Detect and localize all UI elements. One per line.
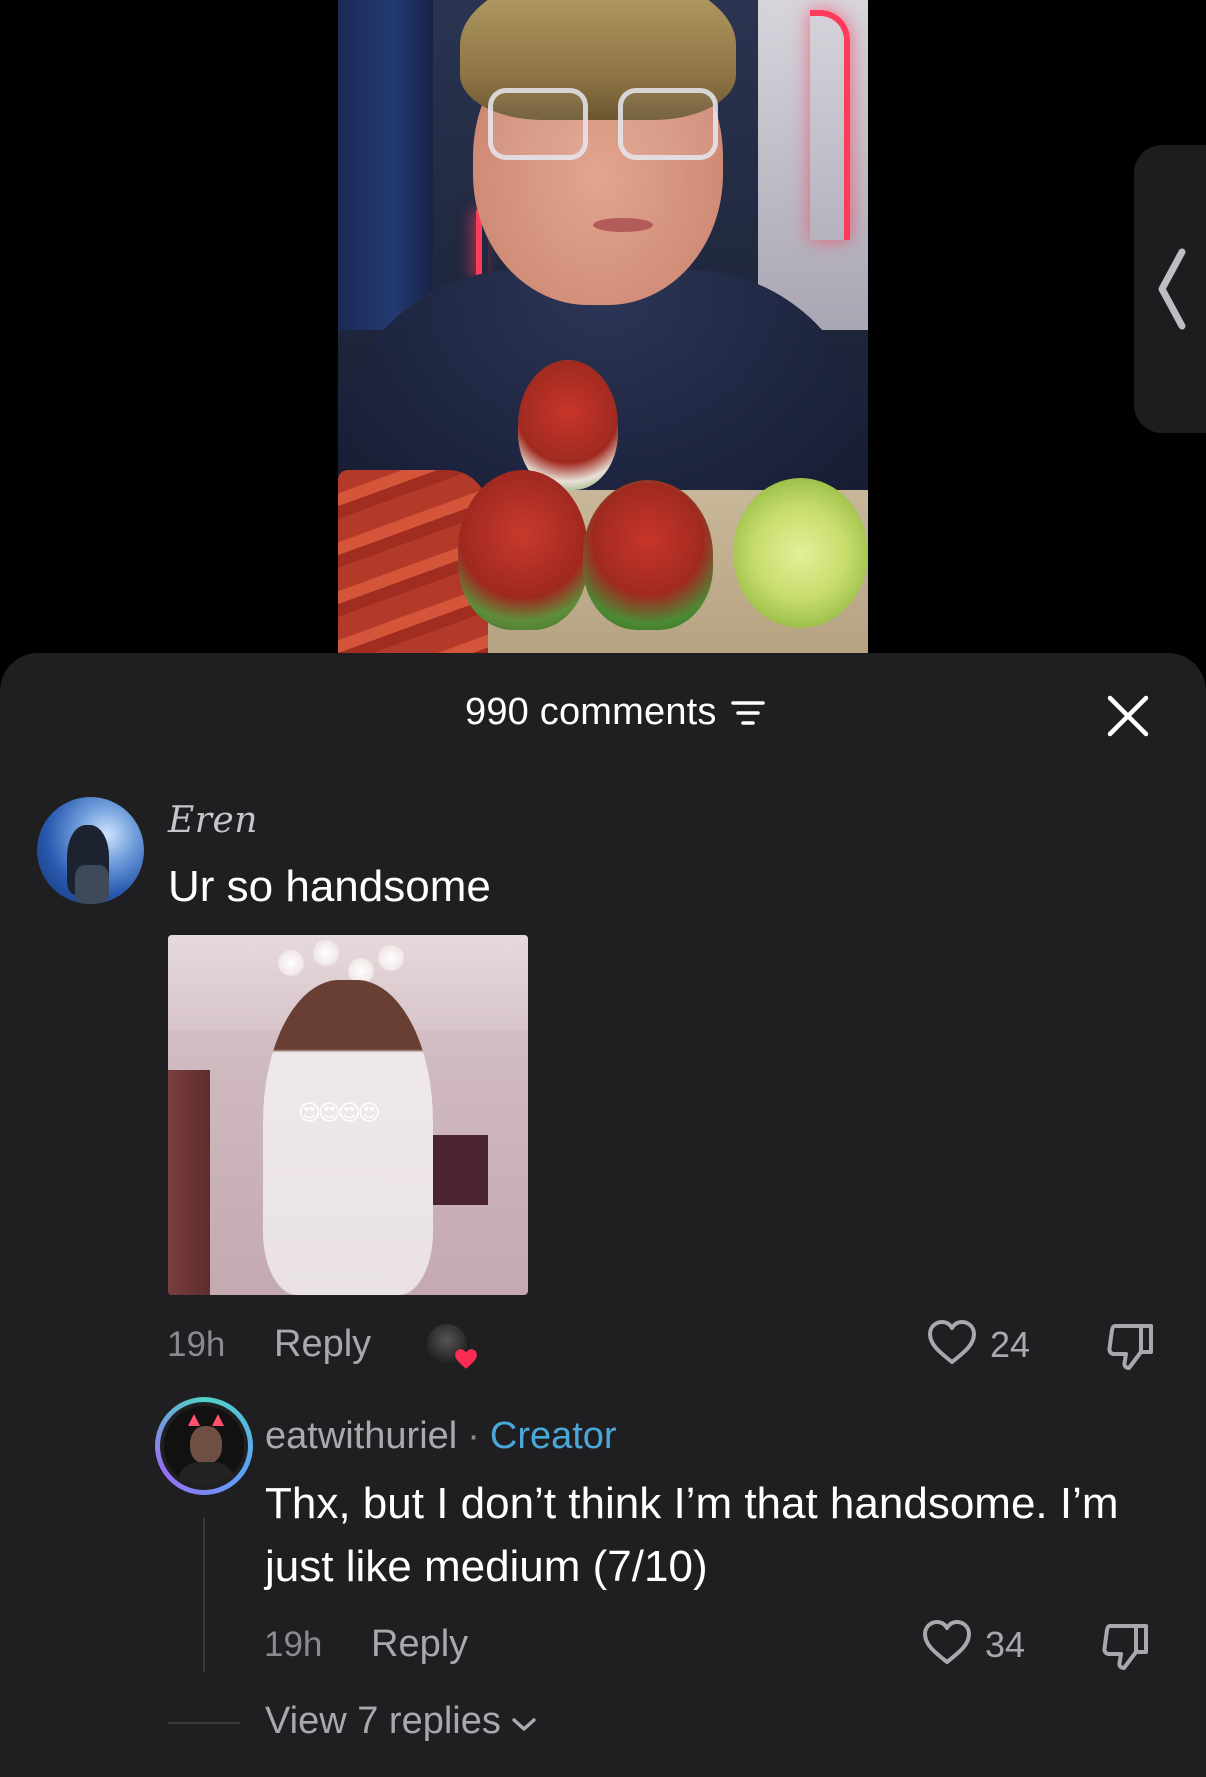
heart-outline-icon — [921, 1618, 973, 1671]
comments-count: 990 comments — [465, 691, 765, 734]
creator-avatar[interactable] — [155, 1397, 253, 1495]
creator-badge: Creator — [489, 1415, 617, 1457]
heart-outline-icon — [926, 1318, 978, 1371]
reply-timestamp: 19h — [264, 1625, 323, 1664]
chevron-down-icon — [501, 1700, 537, 1743]
reply-text: Thx, but I don’t think I’m that handsome… — [265, 1479, 1119, 1591]
comment-timestamp: 19h — [167, 1325, 226, 1364]
creator-liked-badge — [425, 1322, 477, 1372]
close-icon — [1105, 695, 1151, 743]
comments-count-label: 990 comments — [465, 691, 717, 733]
thumbs-down-icon — [1105, 1324, 1157, 1376]
comments-header: 990 comments — [0, 653, 1206, 763]
like-count: 24 — [990, 1323, 1031, 1365]
like-button[interactable]: 34 — [921, 1618, 1025, 1671]
video-mouth — [593, 218, 653, 232]
video-neon-light — [810, 10, 850, 240]
reply-button[interactable]: Reply — [274, 1323, 371, 1366]
view-replies-button[interactable]: View 7 replies — [265, 1700, 537, 1743]
reply-username-row: eatwithuriel · Creator — [265, 1415, 617, 1458]
side-panel-handle[interactable] — [1134, 145, 1206, 433]
view-replies-divider — [168, 1722, 240, 1724]
separator-dot: · — [467, 1415, 480, 1457]
comment-username[interactable]: Eren — [168, 800, 258, 841]
close-button[interactable] — [1105, 693, 1151, 739]
comment-image[interactable]: 😍😍😍😍 — [168, 935, 528, 1295]
avatar[interactable] — [37, 797, 144, 904]
video-glasses — [488, 88, 718, 160]
like-count: 34 — [985, 1623, 1026, 1665]
view-replies-label: View 7 replies — [265, 1700, 501, 1742]
reply-username[interactable]: eatwithuriel — [265, 1415, 457, 1458]
dislike-button[interactable] — [1100, 1622, 1152, 1677]
comment-text: Ur so handsome — [168, 862, 491, 911]
like-button[interactable]: 24 — [926, 1318, 1030, 1371]
comment-image-emoji: 😍😍😍😍 — [298, 1100, 381, 1125]
video-thumbnail[interactable] — [338, 0, 868, 653]
reply-button[interactable]: Reply — [371, 1623, 468, 1666]
thumbs-down-icon — [1100, 1624, 1152, 1676]
filter-icon[interactable] — [730, 699, 765, 727]
heart-filled-icon — [453, 1346, 479, 1372]
chevron-left-icon — [1154, 248, 1188, 330]
thread-line — [203, 1518, 205, 1672]
video-area — [0, 0, 1206, 655]
video-cucumber-cup — [458, 470, 588, 630]
video-lime — [733, 478, 868, 628]
video-curtain — [338, 0, 433, 330]
video-cucumber-cup — [583, 480, 713, 630]
dislike-button[interactable] — [1105, 1322, 1157, 1377]
